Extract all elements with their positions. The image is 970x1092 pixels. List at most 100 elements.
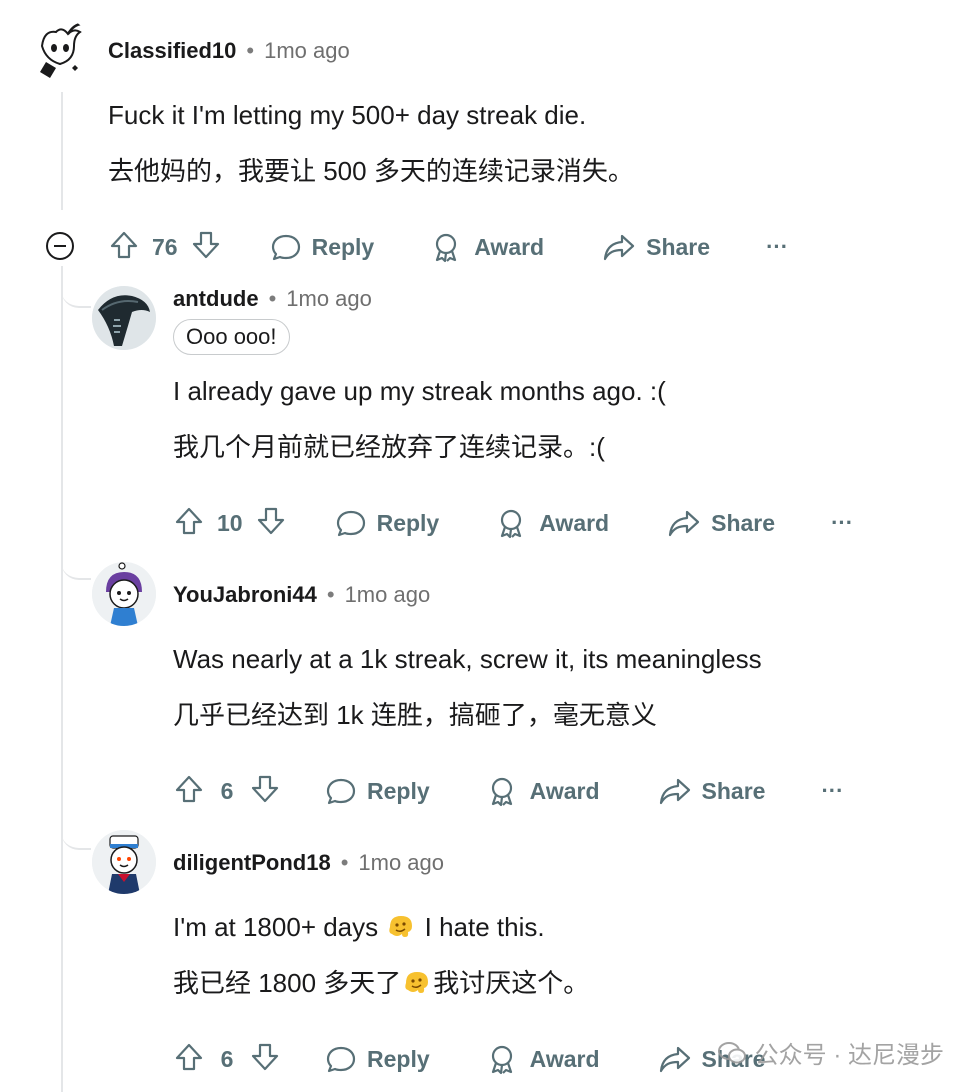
avatar-image [92, 830, 156, 894]
comment-text-en: I already gave up my streak months ago. … [173, 376, 666, 406]
comment-actions: 10 Reply Award Share ··· [173, 501, 853, 545]
award-button[interactable]: Award [430, 231, 544, 263]
comment-actions: 6 Reply Award Share [173, 1037, 765, 1081]
vote-count: 6 [220, 1045, 234, 1072]
award-icon [491, 1045, 512, 1075]
avatar[interactable] [28, 18, 92, 82]
reply-icon [326, 778, 356, 805]
more-icon[interactable]: ··· [821, 778, 843, 804]
watermark: 公众号 · 达尼漫步 [717, 1035, 944, 1070]
separator-dot: • [268, 286, 277, 311]
timestamp[interactable]: 1mo ago [358, 850, 444, 876]
thread-branch [61, 266, 91, 308]
downvote-icon[interactable] [249, 773, 281, 810]
upvote-icon[interactable] [108, 229, 140, 266]
reply-icon [326, 1046, 356, 1073]
username[interactable]: diligentPond18 [173, 850, 331, 876]
share-label: Share [646, 233, 711, 260]
avatar[interactable] [92, 830, 156, 894]
award-label: Award [529, 777, 600, 804]
wechat-icon [717, 1041, 746, 1063]
reply-label: Reply [367, 1045, 430, 1072]
reply-label: Reply [367, 777, 430, 804]
comment-actions: 76 Reply Award Share ··· [108, 225, 788, 269]
avatar-image [92, 562, 156, 626]
avatar[interactable] [92, 286, 156, 350]
downvote-icon[interactable] [190, 229, 222, 266]
vote-count: 76 [152, 233, 178, 260]
award-button[interactable]: Award [495, 507, 609, 539]
separator-dot: • [246, 38, 255, 63]
comment-text-zh: 几乎已经达到 1k 连胜，搞砸了，毫无意义 [173, 700, 657, 730]
award-button[interactable]: Award [486, 775, 600, 807]
avatar-image [92, 286, 156, 350]
thread-branch [61, 808, 91, 850]
comment-text-zh-part: 我已经 1800 多天了 [173, 968, 402, 998]
share-button[interactable]: Share [667, 507, 775, 539]
melting-face-emoji [389, 916, 413, 937]
comment-meta: Classified10 • 1mo ago [108, 34, 350, 68]
award-label: Award [529, 1045, 600, 1072]
separator-dot: • [326, 582, 335, 607]
comment-meta: YouJabroni44 • 1mo ago [173, 578, 430, 612]
comment-meta: diligentPond18 • 1mo ago [173, 846, 444, 880]
upvote-icon[interactable] [173, 505, 205, 542]
melting-face-emoji [405, 972, 429, 993]
user-flair: Ooo ooo! [173, 319, 290, 355]
vote-count: 6 [220, 777, 234, 804]
award-icon [436, 233, 457, 263]
share-button[interactable]: Share [658, 775, 766, 807]
reply-icon [271, 234, 300, 261]
share-label: Share [701, 777, 766, 804]
downvote-icon[interactable] [255, 505, 287, 542]
comment-text-en: Fuck it I'm letting my 500+ day streak d… [108, 100, 587, 130]
comment-text-en: I'm at 1800+ days I hate this. [173, 910, 545, 944]
reply-label: Reply [376, 509, 440, 536]
separator-dot: • [340, 850, 349, 875]
award-icon [491, 777, 512, 807]
reply-label: Reply [311, 233, 375, 260]
comment-text-zh: 我几个月前就已经放弃了连续记录。:( [173, 432, 605, 462]
thread-branch [61, 538, 91, 580]
thread-line[interactable] [61, 266, 63, 1092]
comment-text-zh-part: 我讨厌这个。 [433, 968, 590, 998]
comment-text-en: Was nearly at a 1k streak, screw it, its… [173, 644, 762, 674]
timestamp[interactable]: 1mo ago [286, 286, 372, 312]
timestamp[interactable]: 1mo ago [264, 38, 350, 64]
comment-text-zh: 去他妈的，我要让 500 多天的连续记录消失。 [108, 156, 634, 186]
award-button[interactable]: Award [486, 1043, 600, 1075]
reply-button[interactable]: Reply [325, 775, 430, 807]
reply-button[interactable]: Reply [270, 231, 375, 263]
more-icon[interactable]: ··· [831, 510, 853, 536]
upvote-icon[interactable] [173, 773, 205, 810]
downvote-icon[interactable] [249, 1041, 281, 1078]
comment-text-en-part: I hate this. [424, 912, 545, 942]
comment-thread: Classified10 • 1mo ago Fuck it I'm letti… [0, 0, 970, 1092]
share-icon [659, 1046, 690, 1073]
collapse-icon[interactable] [46, 232, 74, 260]
reply-icon [336, 510, 365, 537]
comment-meta: antdude • 1mo ago [173, 282, 372, 316]
vote-count: 10 [217, 509, 243, 536]
watermark-text: 公众号 · 达尼漫步 [754, 1042, 944, 1069]
comment-actions: 6 Reply Award Share ··· [173, 769, 843, 813]
username[interactable]: Classified10 [108, 38, 236, 64]
comment-text-zh: 我已经 1800 多天了 我讨厌这个。 [173, 966, 589, 1000]
avatar[interactable] [92, 562, 156, 626]
more-icon[interactable]: ··· [766, 234, 788, 260]
share-icon [604, 234, 635, 261]
username[interactable]: antdude [173, 286, 259, 312]
thread-line[interactable] [61, 92, 63, 210]
reply-button[interactable]: Reply [335, 507, 440, 539]
share-label: Share [711, 509, 776, 536]
share-icon [669, 510, 700, 537]
reply-button[interactable]: Reply [325, 1043, 430, 1075]
timestamp[interactable]: 1mo ago [345, 582, 431, 608]
upvote-icon[interactable] [173, 1041, 205, 1078]
award-icon [501, 509, 522, 539]
share-button[interactable]: Share [602, 231, 710, 263]
avatar-image [28, 18, 92, 82]
username[interactable]: YouJabroni44 [173, 582, 317, 608]
award-label: Award [474, 233, 545, 260]
comment-text-en-part: I'm at 1800+ days [173, 912, 379, 942]
